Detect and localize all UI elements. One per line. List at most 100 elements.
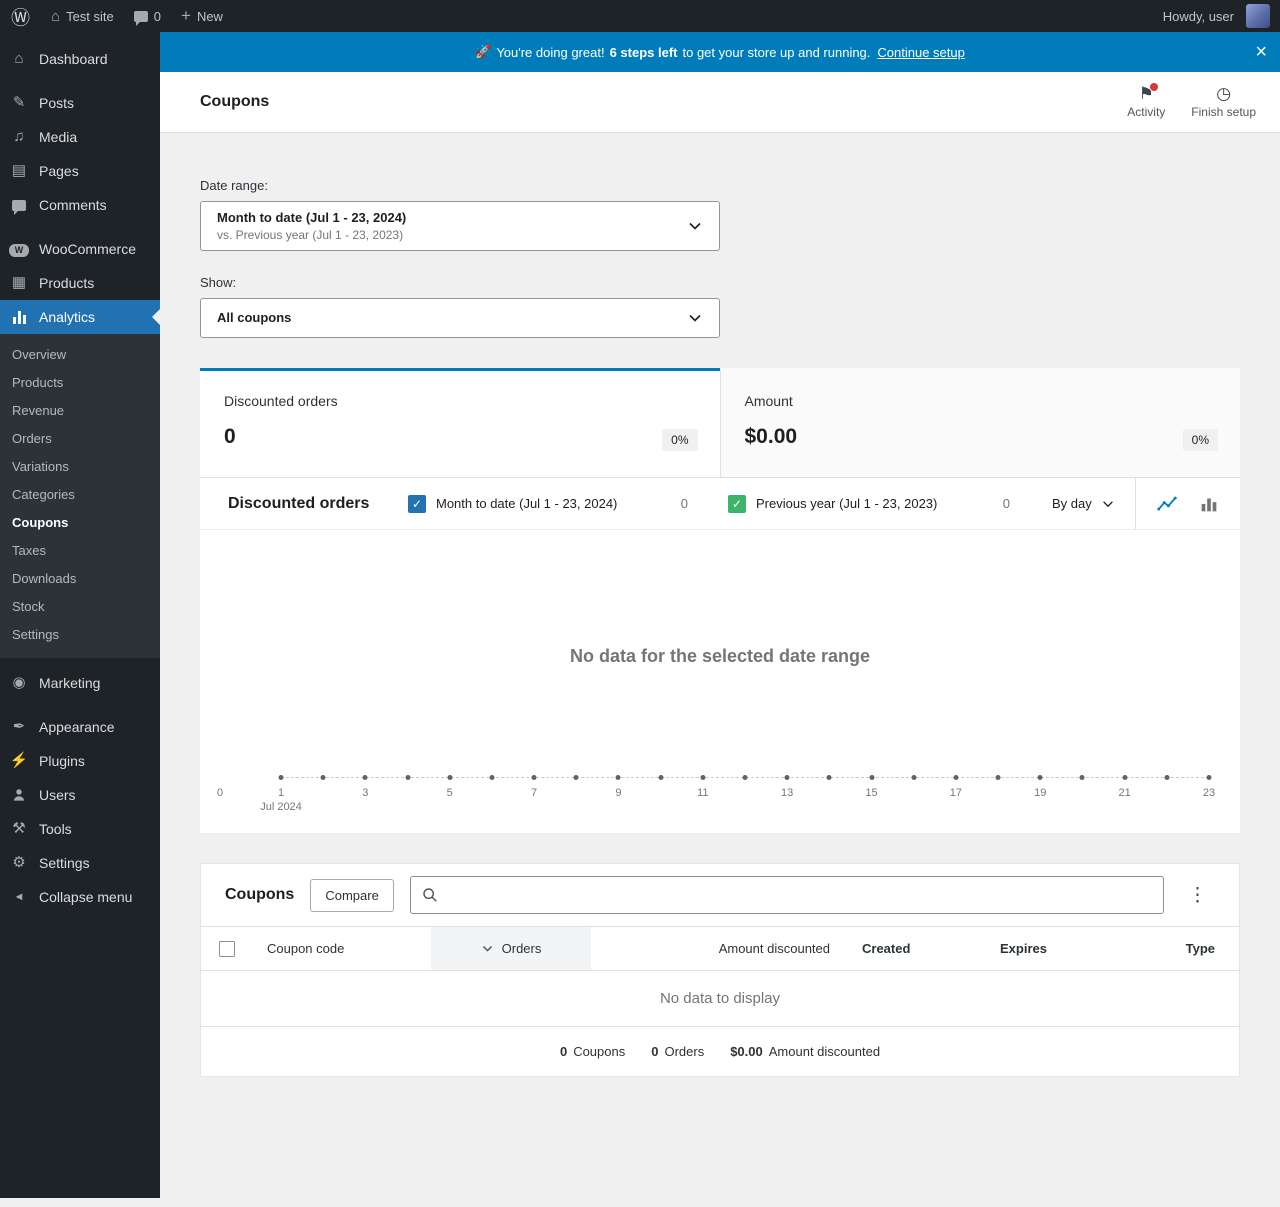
- new-label: New: [196, 8, 223, 24]
- sidebar-item-posts[interactable]: ✎ Posts: [0, 86, 160, 120]
- column-amount-discounted[interactable]: Amount discounted: [591, 926, 846, 971]
- sidebar-item-comments[interactable]: Comments: [0, 188, 160, 222]
- chevron-down-icon: [689, 222, 701, 230]
- admin-bar-account[interactable]: Howdy, user: [1153, 0, 1280, 32]
- submenu-item-coupons[interactable]: Coupons: [0, 509, 160, 537]
- sidebar-item-products[interactable]: ▦ Products: [0, 266, 160, 300]
- sidebar-item-dashboard[interactable]: ⌂ Dashboard: [0, 42, 160, 76]
- table-empty-message: No data to display: [201, 970, 1239, 1027]
- sidebar-item-label: Marketing: [39, 675, 101, 691]
- sidebar-item-media[interactable]: ♫ Media: [0, 120, 160, 154]
- compare-button[interactable]: Compare: [310, 878, 394, 912]
- submenu-item-variations[interactable]: Variations: [0, 453, 160, 481]
- bar-chart-icon: [1201, 498, 1217, 511]
- sidebar-item-woocommerce[interactable]: W WooCommerce: [0, 232, 160, 266]
- sidebar-item-plugins[interactable]: ⚡ Plugins: [0, 744, 160, 778]
- sidebar-item-label: Users: [39, 787, 76, 803]
- comment-bubble-icon: [133, 10, 148, 26]
- column-coupon-code[interactable]: Coupon code: [251, 926, 431, 971]
- checkbox-checked-icon[interactable]: ✓: [408, 494, 426, 513]
- sidebar-item-appearance[interactable]: ✒ Appearance: [0, 710, 160, 744]
- x-tick: 19: [1034, 787, 1047, 799]
- show-select[interactable]: All coupons: [200, 298, 720, 338]
- sidebar-item-settings[interactable]: ⚙ Settings: [0, 846, 160, 880]
- x-tick: 13: [781, 787, 794, 799]
- admin-bar-comments[interactable]: 0: [124, 0, 171, 32]
- sidebar-item-tools[interactable]: ⚒ Tools: [0, 812, 160, 846]
- legend-previous-period[interactable]: ✓ Previous year (Jul 1 - 23, 2023) 0: [728, 494, 1026, 513]
- show-value: All coupons: [217, 310, 292, 325]
- submenu-item-settings[interactable]: Settings: [0, 621, 160, 649]
- line-chart-button[interactable]: [1152, 489, 1182, 519]
- column-expires: Expires: [984, 926, 1122, 971]
- continue-setup-link[interactable]: Continue setup: [877, 45, 964, 60]
- column-label: Created: [862, 940, 911, 956]
- menu-separator: [0, 658, 160, 666]
- table-summary: 0 Coupons 0 Orders $0.00 Amount discounted: [217, 1044, 1223, 1059]
- submenu-item-categories[interactable]: Categories: [0, 481, 160, 509]
- sidebar-item-label: Products: [39, 275, 95, 291]
- activity-button[interactable]: ⚑ Activity: [1127, 82, 1165, 119]
- interval-select[interactable]: By day: [1052, 496, 1115, 511]
- x-tick: 11: [697, 787, 709, 799]
- delta-badge: 0%: [1182, 429, 1218, 451]
- submenu-item-overview[interactable]: Overview: [0, 341, 160, 369]
- x-tick: 15: [865, 787, 878, 799]
- wordpress-logo-icon[interactable]: Ⓦ: [0, 0, 41, 32]
- admin-bar-new-button[interactable]: + New: [171, 0, 233, 32]
- ellipsis-menu-icon[interactable]: ⋮: [1180, 882, 1215, 909]
- sidebar-item-label: Settings: [39, 855, 90, 871]
- x-tick: 9: [615, 787, 622, 799]
- analytics-bar-chart-icon: [8, 310, 30, 324]
- search-input[interactable]: [409, 876, 1164, 914]
- x-tick: 7: [531, 787, 538, 799]
- chart-title: Discounted orders: [228, 494, 370, 512]
- chart-plot: No data for the selected date range: [200, 530, 1240, 780]
- sidebar-item-label: Dashboard: [39, 51, 108, 67]
- submenu-item-products[interactable]: Products: [0, 369, 160, 397]
- chevron-down-icon: [1102, 500, 1113, 507]
- finish-setup-label: Finish setup: [1191, 105, 1256, 119]
- y-axis-zero-label: 0: [217, 787, 224, 799]
- sidebar-item-users[interactable]: Users: [0, 778, 160, 812]
- submenu-item-orders[interactable]: Orders: [0, 425, 160, 453]
- rocket-emoji-icon: 🚀: [475, 44, 492, 59]
- summary-tile-amount[interactable]: Amount $0.00 0%: [719, 368, 1240, 477]
- sidebar-item-label: Pages: [39, 163, 79, 179]
- plus-icon: +: [181, 6, 191, 25]
- sidebar-item-analytics[interactable]: Analytics: [0, 300, 160, 334]
- sidebar-item-collapse-menu[interactable]: ◄ Collapse menu: [0, 880, 160, 914]
- summary-tile-discounted-orders[interactable]: Discounted orders 0 0%: [200, 368, 720, 477]
- chart-empty-message: No data for the selected date range: [569, 646, 871, 666]
- checkbox-checked-icon[interactable]: ✓: [728, 494, 746, 513]
- submenu-item-taxes[interactable]: Taxes: [0, 537, 160, 565]
- tile-label: Amount: [744, 393, 793, 409]
- date-range-select[interactable]: Month to date (Jul 1 - 23, 2024) vs. Pre…: [200, 201, 720, 251]
- banner-lead-text: You're doing great!: [496, 44, 605, 60]
- submenu-item-revenue[interactable]: Revenue: [0, 397, 160, 425]
- admin-bar: Ⓦ ⌂ Test site 0 + New Howdy, user: [0, 0, 1280, 32]
- bar-chart-button[interactable]: [1194, 489, 1224, 519]
- sidebar-item-marketing[interactable]: ◉ Marketing: [0, 666, 160, 700]
- submenu-item-downloads[interactable]: Downloads: [0, 565, 160, 593]
- column-orders-sorted[interactable]: Orders: [431, 926, 591, 971]
- submenu-item-stock[interactable]: Stock: [0, 593, 160, 621]
- sort-chevron-down-icon: [482, 945, 492, 952]
- table-header-row: Coupon code Orders Amount discounted Cre…: [201, 926, 1239, 971]
- dashboard-icon: ⌂: [14, 50, 24, 67]
- sidebar-item-label: Collapse menu: [39, 889, 133, 905]
- banner-steps-left: 6 steps left: [609, 44, 678, 60]
- sidebar-item-pages[interactable]: ▤ Pages: [0, 154, 160, 188]
- select-all-checkbox[interactable]: [219, 940, 235, 957]
- finish-setup-button[interactable]: ◷ Finish setup: [1191, 85, 1256, 119]
- users-icon: [8, 786, 30, 804]
- x-tick: 5: [446, 787, 453, 799]
- legend-current-period[interactable]: ✓ Month to date (Jul 1 - 23, 2024) 0: [408, 494, 704, 513]
- column-label: Type: [1185, 940, 1215, 956]
- media-icon: ♫: [13, 128, 25, 145]
- close-icon[interactable]: ×: [1255, 42, 1267, 62]
- sidebar-item-label: Appearance: [39, 719, 115, 735]
- chevron-down-icon: [689, 314, 701, 322]
- legend-label: Month to date (Jul 1 - 23, 2024): [436, 496, 618, 511]
- admin-bar-site-name[interactable]: ⌂ Test site: [41, 0, 124, 32]
